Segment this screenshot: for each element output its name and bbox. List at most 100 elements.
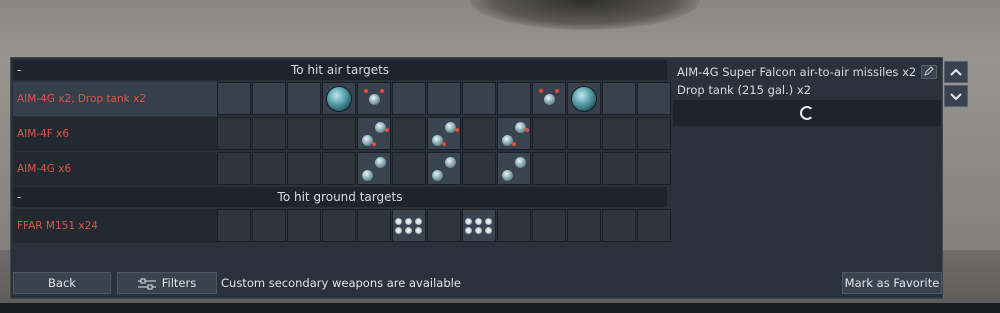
- missile-tip-icon: [539, 89, 543, 93]
- weapon-slot: [567, 82, 601, 115]
- weapon-slot: [287, 152, 321, 185]
- missile-tip-icon: [512, 142, 516, 146]
- weapon-slot: [637, 82, 671, 115]
- weapon-slot: [357, 152, 391, 185]
- missile-icon: [445, 122, 456, 133]
- weapon-slot: [602, 209, 636, 242]
- missile-icon: [515, 122, 526, 133]
- preset-grid: - To hit air targets AIM-4G x2, Drop tan…: [13, 60, 671, 243]
- missile-icon: [375, 122, 386, 133]
- weapon-slot: [637, 152, 671, 185]
- weapon-slot: [567, 117, 601, 150]
- back-button[interactable]: Back: [13, 272, 111, 294]
- filters-button[interactable]: Filters: [117, 272, 217, 294]
- missile-tip-icon: [385, 128, 389, 132]
- missile-tip-icon: [555, 89, 559, 93]
- missile-icon: [432, 170, 443, 181]
- weapon-slot: [637, 117, 671, 150]
- weapon-slot: [602, 82, 636, 115]
- missile-tip-icon: [525, 128, 529, 132]
- preset-row-aim4g[interactable]: AIM-4G x6: [13, 152, 671, 186]
- drop-tank-icon: [327, 86, 351, 111]
- weapon-slot: [602, 152, 636, 185]
- preset-row-aim4f[interactable]: AIM-4F x6: [13, 117, 671, 151]
- weapon-slot: [497, 82, 531, 115]
- info-line-droptank: Drop tank (215 gal.) x2: [677, 83, 812, 97]
- weapon-slot: [392, 82, 426, 115]
- preset-label: FFAR M151 x24: [13, 209, 217, 243]
- drop-tank-icon: [572, 86, 596, 111]
- weapon-slot: [252, 152, 286, 185]
- weapon-slot: [637, 209, 671, 242]
- weapon-slot: [287, 82, 321, 115]
- missile-tip-icon: [372, 142, 376, 146]
- weapon-slot: [532, 209, 566, 242]
- spinner-icon: [800, 106, 814, 120]
- weapon-slot: [497, 152, 531, 185]
- pencil-icon[interactable]: [921, 65, 937, 79]
- rocket-pod-icon: [393, 214, 425, 238]
- info-line-missiles: AIM-4G Super Falcon air-to-air missiles …: [677, 65, 917, 79]
- weapon-slot: [357, 82, 391, 115]
- weapon-slot: [357, 209, 391, 242]
- weapon-slot: [287, 209, 321, 242]
- weapon-slot: [532, 152, 566, 185]
- weapon-slot: [567, 152, 601, 185]
- aircraft-shadow: [470, 0, 700, 30]
- weapon-slot: [217, 209, 251, 242]
- missile-tip-icon: [455, 128, 459, 132]
- weapon-slot: [462, 82, 496, 115]
- bottom-bar: Back Filters Custom secondary weapons ar…: [13, 272, 942, 296]
- weapon-slot: [427, 117, 461, 150]
- weapon-slot: [322, 152, 356, 185]
- ground-header-title: To hit ground targets: [277, 190, 403, 204]
- bottom-strip: [0, 303, 1000, 313]
- missile-icon: [544, 94, 555, 105]
- ground-targets-header: - To hit ground targets: [13, 187, 667, 207]
- weapon-slot: [462, 117, 496, 150]
- missile-icon: [445, 157, 456, 168]
- sliders-icon: [137, 278, 156, 289]
- preset-row-ffar[interactable]: FFAR M151 x24: [13, 209, 671, 243]
- missile-icon: [362, 170, 373, 181]
- missile-icon: [369, 94, 380, 105]
- weapon-slot: [567, 209, 601, 242]
- preset-row-aim4g-droptank[interactable]: AIM-4G x2, Drop tank x2: [13, 82, 671, 116]
- weapon-slot: [392, 117, 426, 150]
- weapon-slot: [427, 152, 461, 185]
- preset-description: AIM-4G Super Falcon air-to-air missiles …: [673, 60, 941, 100]
- missile-icon: [502, 170, 513, 181]
- weapon-slot: [392, 152, 426, 185]
- weapon-presets-panel: - To hit air targets AIM-4G x2, Drop tan…: [10, 57, 943, 299]
- custom-weapons-notice: Custom secondary weapons are available: [221, 276, 461, 290]
- rocket-pod-icon: [463, 214, 495, 238]
- weapon-slot: [252, 117, 286, 150]
- weapon-slot: [217, 117, 251, 150]
- weapon-slot: [252, 82, 286, 115]
- preset-label: AIM-4G x6: [13, 152, 217, 186]
- weapon-slot: [462, 209, 496, 242]
- weapon-slot: [287, 117, 321, 150]
- filters-label: Filters: [161, 276, 197, 290]
- info-details-area: [673, 126, 941, 266]
- loading-indicator: [673, 100, 941, 126]
- air-targets-header: - To hit air targets: [13, 60, 667, 80]
- preset-info: AIM-4G Super Falcon air-to-air missiles …: [673, 60, 941, 126]
- weapon-slot: [322, 117, 356, 150]
- weapon-slot: [357, 117, 391, 150]
- weapon-slot: [427, 82, 461, 115]
- weapon-slot: [217, 152, 251, 185]
- weapon-slot: [427, 209, 461, 242]
- missile-tip-icon: [364, 89, 368, 93]
- chevron-up-icon[interactable]: [944, 61, 968, 83]
- mark-favorite-button[interactable]: Mark as Favorite: [842, 272, 942, 294]
- chevron-down-icon[interactable]: [944, 85, 968, 107]
- weapon-slot: [532, 117, 566, 150]
- weapon-slot: [252, 209, 286, 242]
- preset-label: AIM-4G x2, Drop tank x2: [13, 82, 217, 116]
- weapon-slot: [322, 82, 356, 115]
- weapon-slot: [322, 209, 356, 242]
- weapon-slot: [532, 82, 566, 115]
- weapon-slot: [462, 152, 496, 185]
- weapon-slot: [217, 82, 251, 115]
